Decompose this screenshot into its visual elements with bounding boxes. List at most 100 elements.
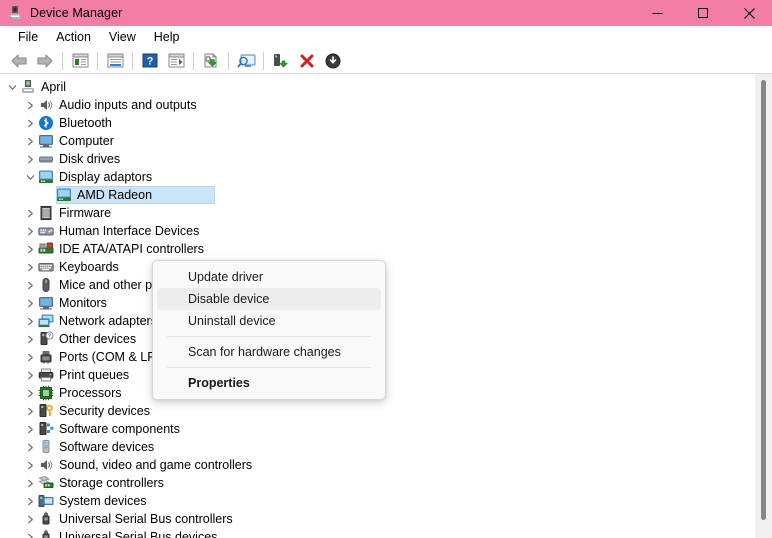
toolbar-separator [263,51,264,70]
context-menu-separator [167,367,371,368]
tree-item[interactable]: Computer [0,132,772,150]
menu-action[interactable]: Action [47,26,100,48]
chevron-right-icon[interactable] [22,510,38,528]
toolbar-separator [228,51,229,70]
toolbar-separator [193,51,194,70]
tree-item-label: Processors [59,386,122,400]
chevron-right-icon[interactable] [22,204,38,222]
context-menu-item[interactable]: Properties [157,372,381,394]
chevron-right-icon[interactable] [22,240,38,258]
tree-item-label: Network adapters [59,314,157,328]
chevron-right-icon[interactable] [22,258,38,276]
chevron-right-icon[interactable] [22,312,38,330]
vertical-scrollbar[interactable] [755,74,772,538]
tree-item-label: Display adaptors [59,170,153,184]
chevron-right-icon[interactable] [22,114,38,132]
menu-view[interactable]: View [100,26,145,48]
menu-help[interactable]: Help [145,26,189,48]
chevron-down-icon[interactable] [22,168,38,186]
chevron-right-icon[interactable] [22,276,38,294]
chevron-right-icon[interactable] [22,528,38,538]
chevron-right-icon[interactable] [22,294,38,312]
close-button[interactable] [726,0,772,26]
tree-item[interactable]: Display adaptors [0,168,772,186]
tree-item[interactable]: Software devices [0,438,772,456]
tree-item[interactable]: Monitors [0,294,772,312]
help-button[interactable]: ? [137,49,163,73]
tree-item-label: Software devices [59,440,155,454]
properties-button[interactable] [102,49,128,73]
chevron-right-icon[interactable] [22,96,38,114]
context-menu[interactable]: Update driver Disable device Uninstall dev… [152,260,386,400]
scan-hardware-button[interactable] [233,49,259,73]
tree-item[interactable]: Audio inputs and outputs [0,96,772,114]
context-menu-item[interactable]: Scan for hardware changes [157,341,381,363]
chevron-right-icon[interactable] [22,402,38,420]
tree-item[interactable]: System devices [0,492,772,510]
chevron-right-icon[interactable] [22,384,38,402]
context-menu-item[interactable]: Update driver [157,266,381,288]
tree-item[interactable]: AMD Radeon [0,186,772,204]
tree-item[interactable]: IDE ATA/ATAPI controllers [0,240,772,258]
back-button[interactable] [6,49,32,73]
chevron-right-icon[interactable] [22,438,38,456]
tree-item[interactable]: Universal Serial Bus controllers [0,510,772,528]
chevron-right-icon[interactable] [22,456,38,474]
tree-item-label: April [41,80,67,94]
show-hide-console-tree-icon [72,53,88,68]
tree-item[interactable]: Print queues [0,366,772,384]
help-icon: ? [142,53,158,68]
properties-icon [107,53,123,68]
tree-item[interactable]: Firmware [0,204,772,222]
chevron-right-icon[interactable] [22,150,38,168]
update-driver-button[interactable] [198,49,224,73]
tree-item-label: Sound, video and game controllers [59,458,253,472]
tree-item[interactable]: Ports (COM & LPT) [0,348,772,366]
tree-item[interactable]: Network adapters [0,312,772,330]
tree-item[interactable]: Bluetooth [0,114,772,132]
tree-item[interactable]: Keyboards [0,258,772,276]
chevron-right-icon[interactable] [22,492,38,510]
processor-icon [38,385,54,401]
uninstall-device-button[interactable] [294,49,320,73]
tree-item[interactable]: April [0,78,772,96]
forward-button[interactable] [32,49,58,73]
tree-item[interactable]: Sound, video and game controllers [0,456,772,474]
chevron-down-icon[interactable] [4,78,20,96]
window-title: Device Manager [30,6,123,20]
device-tree[interactable]: April Audio inputs and outputs Bluetooth Co… [0,78,772,538]
tree-item[interactable]: Security devices [0,402,772,420]
tree-item[interactable]: Storage controllers [0,474,772,492]
chevron-right-icon[interactable] [22,330,38,348]
enable-device-button[interactable] [268,49,294,73]
context-menu-item[interactable]: Disable device [157,288,381,310]
chevron-right-icon[interactable] [22,132,38,150]
tree-item-label: Disk drives [59,152,121,166]
tree-item[interactable]: Human Interface Devices [0,222,772,240]
tree-item[interactable]: Universal Serial Bus devices [0,528,772,538]
scrollbar-thumb[interactable] [761,80,766,520]
maximize-button[interactable] [680,0,726,26]
chevron-right-icon[interactable] [22,222,38,240]
context-menu-item[interactable]: Uninstall device [157,310,381,332]
minimize-button[interactable] [634,0,680,26]
tree-item[interactable]: Software components [0,420,772,438]
menu-file[interactable]: File [9,26,47,48]
storage-controller-icon [38,475,54,491]
disable-device-button[interactable] [320,49,346,73]
chevron-right-icon[interactable] [22,348,38,366]
usb-icon [38,511,54,527]
chevron-right-icon[interactable] [22,474,38,492]
tree-item[interactable]: Disk drives [0,150,772,168]
title-bar[interactable]: Device Manager [0,0,772,26]
monitor-icon [38,133,54,149]
show-hide-tree-button[interactable] [67,49,93,73]
chevron-right-icon[interactable] [22,366,38,384]
tree-item[interactable]: Mice and other pointing devices [0,276,772,294]
tree-item[interactable]: ? Other devices [0,330,772,348]
action-pane-button[interactable] [163,49,189,73]
toolbar: ? [0,48,772,74]
forward-arrow-icon [37,54,53,67]
tree-item[interactable]: Processors [0,384,772,402]
chevron-right-icon[interactable] [22,420,38,438]
